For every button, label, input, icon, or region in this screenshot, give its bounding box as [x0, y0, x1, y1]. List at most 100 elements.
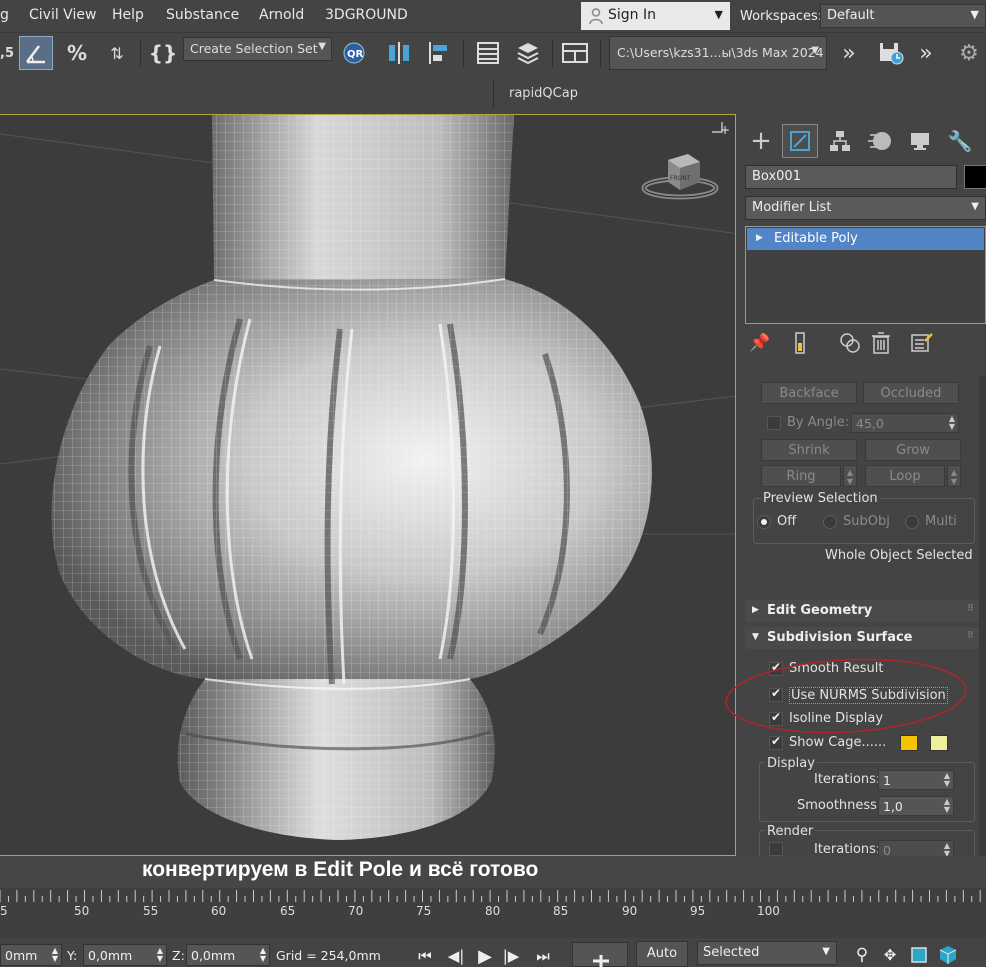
align-button[interactable]	[422, 36, 456, 70]
chevron-down-icon: ▼	[811, 45, 819, 56]
ring-button[interactable]: Ring	[761, 465, 841, 487]
play-button[interactable]: ▶	[472, 944, 498, 967]
percent-snap-button[interactable]: %	[60, 36, 94, 70]
create-selection-set-dropdown[interactable]: Create Selection Set ▼	[183, 37, 332, 61]
viewcube-label: FRONT	[670, 175, 691, 182]
save-file-button[interactable]	[874, 36, 908, 70]
snap-toggle-button[interactable]: ,5	[0, 36, 16, 70]
rapidqcap-label[interactable]: rapidQCap	[509, 86, 578, 101]
perspective-viewport[interactable]: + FRONT	[0, 114, 736, 856]
key-filter-dropdown[interactable]: Selected ▼	[697, 941, 837, 965]
expand-triangle-icon[interactable]: ▶	[756, 233, 763, 243]
motion-icon	[868, 132, 891, 150]
object-name-input[interactable]: Box001	[745, 165, 957, 189]
spinner-arrows-icon[interactable]: ▲ ▼	[944, 798, 950, 814]
x-coordinate-field[interactable]: 0mm ▲ ▼	[0, 944, 62, 966]
align-icon	[429, 42, 447, 64]
sign-in-button[interactable]: Sign In ▼	[581, 2, 730, 30]
tab-display[interactable]	[902, 124, 938, 158]
viewcube[interactable]: FRONT	[640, 150, 720, 210]
ring-spinner[interactable]: ▲ ▼	[843, 465, 857, 487]
time-slider-track[interactable]: 5 50 55 60 65 70 75 80 85 90 95 100	[0, 888, 986, 938]
remove-modifier-button[interactable]	[869, 330, 893, 356]
make-unique-icon	[840, 333, 860, 353]
backface-button[interactable]: Backface	[761, 382, 857, 404]
menu-item-arnold[interactable]: Arnold	[259, 7, 304, 23]
pin-stack-button[interactable]: 📌	[748, 330, 772, 356]
loop-spinner[interactable]: ▲ ▼	[947, 465, 961, 487]
ring-label: Ring	[786, 469, 816, 484]
menu-item-partial[interactable]: g	[0, 7, 9, 23]
tab-create[interactable]: +	[743, 124, 779, 158]
project-folder-dropdown[interactable]: C:\Users\kzs31...ы\3ds Max 2024 ▼	[609, 36, 827, 70]
go-to-start-button[interactable]: ⏮	[412, 944, 438, 967]
spinner-arrows-icon[interactable]: ▲ ▼	[944, 842, 950, 857]
go-to-end-button[interactable]: ⏭	[530, 944, 556, 967]
tab-utilities[interactable]: 🔧	[942, 124, 978, 158]
tab-modify[interactable]	[782, 124, 818, 158]
loop-button[interactable]: Loop	[865, 465, 945, 487]
modifier-list-dropdown[interactable]: Modifier List ▼	[745, 196, 986, 220]
next-frame-button[interactable]: |▶	[498, 944, 524, 967]
spinner-arrows-icon[interactable]: ▲ ▼	[944, 772, 950, 788]
toolbar-divider	[463, 39, 464, 67]
orbit-button[interactable]	[935, 943, 961, 967]
preview-off-radio[interactable]	[757, 515, 771, 529]
display-group-label: Display	[765, 756, 817, 771]
qr-button[interactable]: QR	[337, 36, 371, 70]
render-iterations-spinner[interactable]: 0 ▲ ▼	[878, 840, 954, 856]
toolbar-divider	[493, 80, 494, 108]
by-angle-spinner[interactable]: 45,0 ▲ ▼	[851, 413, 959, 433]
spinner-arrows-icon[interactable]: ▲ ▼	[52, 947, 58, 963]
configure-modifier-sets-button[interactable]	[910, 330, 934, 356]
tab-hierarchy[interactable]	[822, 124, 858, 158]
tab-motion[interactable]	[862, 124, 898, 158]
edit-named-selection-button[interactable]: {}	[146, 36, 180, 70]
mirror-button[interactable]	[382, 36, 416, 70]
menu-item-help[interactable]: Help	[112, 7, 144, 23]
stack-item-editable-poly[interactable]: ▶ Editable Poly	[747, 228, 984, 250]
subdivision-surface-rollout-header[interactable]: ▼ Subdivision Surface ⠿	[745, 627, 981, 649]
make-unique-button[interactable]	[838, 330, 862, 356]
menu-item-3dground[interactable]: 3DGROUND	[325, 7, 408, 23]
edit-geometry-title: Edit Geometry	[767, 603, 873, 618]
occluded-button[interactable]: Occluded	[863, 382, 959, 404]
menu-item-civil-view[interactable]: Civil View	[29, 7, 96, 23]
toolbar-overflow-button[interactable]: »	[832, 36, 866, 70]
y-coordinate-field[interactable]: 0,0mm ▲ ▼	[83, 944, 167, 966]
by-angle-checkbox[interactable]	[767, 416, 781, 430]
toolbar-overflow-button-2[interactable]: »	[909, 36, 943, 70]
angle-snap-icon	[26, 45, 45, 64]
spinner-arrows-icon[interactable]: ▲ ▼	[157, 947, 163, 963]
toggle-ribbon-button[interactable]	[558, 36, 592, 70]
previous-frame-button[interactable]: ◀|	[443, 944, 469, 967]
list-icon	[477, 42, 499, 64]
layer-explorer-button[interactable]	[511, 36, 545, 70]
spinner-snap-button[interactable]: ⇅	[100, 36, 134, 70]
zoom-button[interactable]: ⚲	[849, 943, 875, 967]
workspaces-select[interactable]: Default ▼	[820, 4, 986, 28]
auto-key-button[interactable]: Auto	[636, 941, 688, 967]
menu-item-substance[interactable]: Substance	[166, 7, 239, 23]
zoom-extents-button[interactable]	[906, 943, 932, 967]
shrink-button[interactable]: Shrink	[761, 439, 857, 461]
set-key-button[interactable]	[572, 942, 628, 967]
object-color-swatch[interactable]	[964, 165, 986, 189]
spinner-arrows-icon[interactable]: ▲ ▼	[260, 947, 266, 963]
angle-snap-button[interactable]	[19, 36, 53, 70]
preview-subobj-radio[interactable]	[823, 515, 837, 529]
render-iterations-checkbox[interactable]	[769, 842, 783, 856]
command-panel-scrollbar[interactable]	[979, 376, 986, 856]
spinner-arrows-icon[interactable]: ▲ ▼	[949, 415, 955, 431]
scene-explorer-button[interactable]	[471, 36, 505, 70]
show-end-result-button[interactable]	[788, 330, 812, 356]
pan-button[interactable]: ✥	[877, 943, 903, 967]
settings-button[interactable]: ⚙	[952, 36, 986, 70]
preview-multi-radio[interactable]	[905, 515, 919, 529]
grow-button[interactable]: Grow	[865, 439, 961, 461]
iterations-spinner[interactable]: 1 ▲ ▼	[878, 770, 954, 790]
preview-subobj-label: SubObj	[843, 514, 890, 529]
z-coordinate-field[interactable]: 0,0mm ▲ ▼	[186, 944, 270, 966]
smoothness-spinner[interactable]: 1,0 ▲ ▼	[878, 796, 954, 816]
edit-geometry-rollout-header[interactable]: ▶ Edit Geometry ⠿	[745, 600, 981, 622]
